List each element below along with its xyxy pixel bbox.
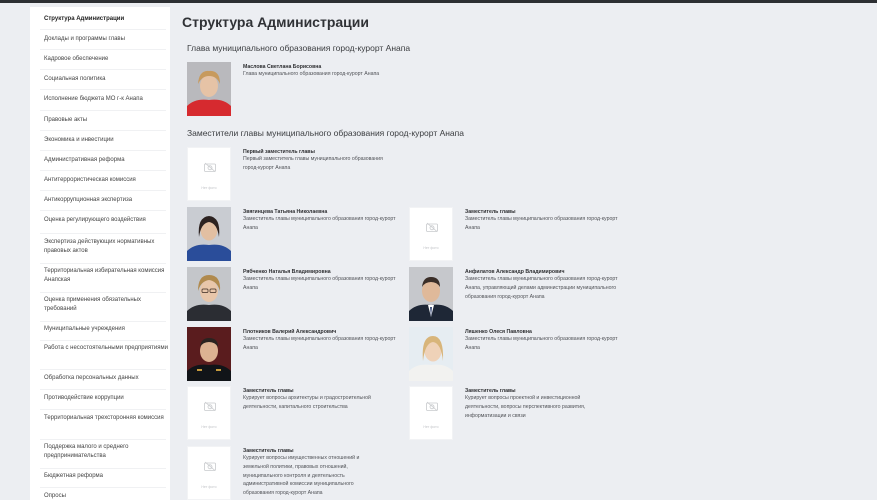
sidebar-item-personal-data[interactable]: Обработка персональных данных xyxy=(44,374,168,383)
sidebar-item-staffing[interactable]: Кадровое обеспечение xyxy=(44,55,168,64)
sidebar-nav: Структура Администрации Доклады и програ… xyxy=(30,7,170,500)
portrait-woman-red-icon xyxy=(187,62,231,116)
sidebar-item-legal-acts[interactable]: Правовые акты xyxy=(44,116,168,125)
sidebar-item-reports[interactable]: Доклады и программы главы xyxy=(44,35,168,44)
sidebar-divider xyxy=(40,321,166,322)
sidebar-item-antiterror[interactable]: Антитеррористическая комиссия xyxy=(44,176,168,185)
camera-off-icon xyxy=(204,401,216,411)
top-border xyxy=(0,0,877,3)
sidebar-divider xyxy=(40,190,166,191)
person-position: Глава муниципального образования город-к… xyxy=(243,71,380,77)
no-photo-placeholder[interactable]: Нет фото xyxy=(409,207,453,261)
sidebar-divider xyxy=(40,468,166,469)
sidebar-item-legal-expertise[interactable]: Экспертиза действующих нормативных право… xyxy=(44,238,168,256)
no-photo-label: Нет фото xyxy=(423,246,439,250)
sidebar-divider xyxy=(40,292,166,293)
no-photo-label: Нет фото xyxy=(201,485,217,489)
person-photo[interactable] xyxy=(187,267,231,321)
sidebar-divider xyxy=(40,263,166,264)
sidebar-item-anticorruption-expertise[interactable]: Антикоррупционная экспертиза xyxy=(44,196,168,205)
no-photo-placeholder[interactable]: Нет фото xyxy=(187,386,231,440)
sidebar-item-budget-execution[interactable]: Исполнение бюджета МО г-к Анапа xyxy=(44,95,168,104)
sidebar-item-admin-reform[interactable]: Административная реформа xyxy=(44,156,168,165)
sidebar-item-social-policy[interactable]: Социальная политика xyxy=(44,75,168,84)
sidebar-item-municipal-institutions[interactable]: Муниципальные учреждения xyxy=(44,325,168,334)
person-position: Заместитель главы муниципального образов… xyxy=(243,276,396,291)
person-position: Курирует вопросы имущественных отношений… xyxy=(243,455,360,497)
section-title-deputies: Заместители главы муниципального образов… xyxy=(187,128,464,138)
sidebar-divider xyxy=(40,389,166,390)
no-photo-label: Нет фото xyxy=(201,425,217,429)
sidebar-divider xyxy=(40,210,166,211)
no-photo-placeholder[interactable]: Нет фото xyxy=(409,386,453,440)
section-title-head: Глава муниципального образования город-к… xyxy=(187,43,411,53)
camera-off-icon xyxy=(426,401,438,411)
sidebar-item-polls[interactable]: Опросы xyxy=(44,492,168,500)
camera-off-icon xyxy=(204,162,216,172)
portrait-woman-light-icon xyxy=(409,327,453,381)
page-title: Структура Администрации xyxy=(182,14,369,30)
sidebar-divider xyxy=(40,170,166,171)
no-photo-placeholder[interactable]: Нет фото xyxy=(187,147,231,201)
sidebar-item-economy[interactable]: Экономика и инвестиции xyxy=(44,136,168,145)
sidebar-divider xyxy=(40,369,166,370)
camera-off-icon xyxy=(426,222,438,232)
person-position: Курирует вопросы архитектуры и градостро… xyxy=(243,395,371,410)
sidebar-item-insolvent-enterprises[interactable]: Работа с несостоятельными предприятиями xyxy=(44,344,168,353)
head-photo[interactable] xyxy=(187,62,231,116)
sidebar-item-business-support[interactable]: Поддержка малого и среднего предпринимат… xyxy=(44,443,168,461)
sidebar-divider xyxy=(40,340,166,341)
sidebar-item-structure[interactable]: Структура Администрации xyxy=(44,15,168,24)
person-position: Заместитель главы муниципального образов… xyxy=(465,276,618,300)
portrait-man-uniform-icon xyxy=(187,327,231,381)
person-photo[interactable] xyxy=(187,207,231,261)
portrait-woman-glasses-icon xyxy=(187,267,231,321)
no-photo-label: Нет фото xyxy=(201,186,217,190)
sidebar-divider xyxy=(40,110,166,111)
no-photo-label: Нет фото xyxy=(423,425,439,429)
portrait-man-suit-icon xyxy=(409,267,453,321)
sidebar-divider xyxy=(40,409,166,410)
person-position: Заместитель главы муниципального образов… xyxy=(243,216,396,231)
sidebar-divider xyxy=(40,69,166,70)
sidebar-divider xyxy=(40,150,166,151)
person-position: Первый заместитель главы муниципального … xyxy=(243,156,383,171)
sidebar-divider xyxy=(40,29,166,30)
sidebar-item-budget-reform[interactable]: Бюджетная реформа xyxy=(44,472,168,481)
sidebar-item-election-commission[interactable]: Территориальная избирательная комиссия А… xyxy=(44,267,168,285)
no-photo-placeholder[interactable]: Нет фото xyxy=(187,446,231,500)
person-position: Заместитель главы муниципального образов… xyxy=(465,216,618,231)
person-position: Курирует вопросы проектной и инвестицион… xyxy=(465,395,586,419)
sidebar-divider xyxy=(40,89,166,90)
sidebar-divider xyxy=(40,233,166,234)
person-photo[interactable] xyxy=(409,267,453,321)
portrait-woman-blue-icon xyxy=(187,207,231,261)
person-position: Заместитель главы муниципального образов… xyxy=(243,336,396,351)
person-photo[interactable] xyxy=(187,327,231,381)
sidebar-divider xyxy=(40,49,166,50)
sidebar-divider xyxy=(40,439,166,440)
camera-off-icon xyxy=(204,461,216,471)
person-position: Заместитель главы муниципального образов… xyxy=(465,336,618,351)
person-photo[interactable] xyxy=(409,327,453,381)
sidebar-item-tripartite-commission[interactable]: Территориальная трехсторонняя комиссия xyxy=(44,414,168,423)
sidebar-divider xyxy=(40,487,166,488)
sidebar-item-anticorruption[interactable]: Противодействие коррупции xyxy=(44,394,168,403)
sidebar-item-regulatory-impact[interactable]: Оценка регулирующего воздействия xyxy=(44,216,168,225)
sidebar-divider xyxy=(40,130,166,131)
sidebar-item-mandatory-requirements[interactable]: Оценка применения обязательных требовани… xyxy=(44,296,168,314)
